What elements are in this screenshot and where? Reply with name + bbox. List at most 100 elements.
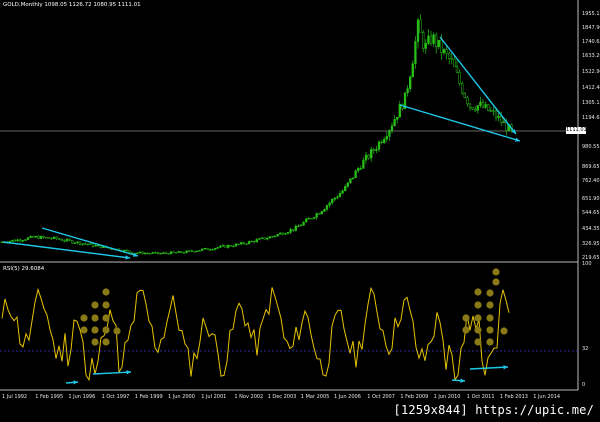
candle-body [258, 238, 261, 240]
candle-body [411, 63, 414, 78]
candle-body [68, 238, 71, 241]
candle-body [315, 213, 318, 218]
chart-title: GOLD,Monthly 1098.05 1126.72 1080.95 111… [3, 2, 141, 8]
candle-body [45, 237, 48, 239]
candle-body [362, 159, 365, 169]
divergence-dot [91, 338, 99, 346]
candle-body [125, 249, 128, 252]
time-tick-label: 1 Nov 2002 [234, 394, 264, 400]
candle-body [143, 252, 147, 255]
candle-body [468, 103, 472, 108]
candle-body [91, 243, 95, 247]
candle-body [47, 237, 50, 239]
candle-body [185, 250, 188, 254]
rsi-panel [1, 286, 510, 382]
candle-body [29, 236, 32, 238]
candle-body [455, 66, 459, 73]
arrow-rsi-low-1-head [73, 380, 78, 385]
candle-body [245, 243, 248, 245]
candle-body [484, 104, 487, 108]
candle-body [453, 58, 456, 67]
time-tick-label: 1 Mar 2005 [300, 394, 330, 400]
divergence-dot [486, 314, 494, 322]
candle-body [448, 53, 451, 59]
candle-body [65, 238, 69, 242]
candle-body [19, 239, 22, 242]
candle-body [78, 241, 82, 245]
candle-body [37, 236, 40, 239]
time-tick-label: 1 Oct 2007 [367, 394, 395, 400]
arrow-lower-2010s [399, 104, 521, 142]
price-tick-label: 544.65 [582, 210, 600, 216]
candle-body [13, 239, 17, 242]
candle-body [424, 43, 427, 49]
divergence-dot [462, 314, 470, 322]
candle-body [182, 252, 186, 254]
time-tick-label: 1 Feb 2013 [500, 394, 528, 400]
candle-body [266, 237, 269, 240]
divergence-dot [80, 326, 88, 334]
candle-body [346, 182, 349, 187]
candle-body [221, 245, 225, 247]
candle-body [279, 232, 282, 235]
candle-body [479, 101, 482, 106]
candle-body [445, 49, 448, 54]
rsi-line [1, 286, 510, 382]
candle-body [268, 236, 271, 239]
candle-body [357, 168, 360, 171]
divergence-dot [113, 327, 121, 335]
candle-body [164, 252, 167, 254]
divergence-dot [102, 288, 110, 296]
time-tick-label: 1 Feb 1999 [134, 394, 163, 400]
candle-body [190, 250, 193, 252]
candle-body [481, 101, 485, 108]
divergence-dot [500, 327, 508, 335]
candle-body [427, 35, 430, 44]
time-tick-label: 1 Jul 2001 [201, 394, 227, 400]
candle-body [247, 241, 251, 245]
price-tick-label: 980.55 [582, 144, 600, 150]
candle-body [377, 141, 381, 150]
chart-canvas [0, 0, 579, 391]
candle-body [76, 241, 79, 244]
divergence-dot [91, 301, 99, 309]
candle-body [193, 251, 196, 253]
divergence-dot [474, 326, 482, 334]
candle-body [372, 149, 375, 151]
candle-body [435, 34, 438, 48]
divergence-dot [474, 301, 482, 309]
candle-body [305, 218, 308, 223]
price-tick-label: 1522.90 [582, 69, 600, 75]
candle-body [476, 105, 479, 111]
candle-body [461, 83, 464, 94]
candle-body [94, 245, 97, 247]
candle-body [146, 252, 149, 255]
candle-body [149, 253, 152, 255]
candle-body [198, 250, 201, 252]
arrow-rsi-low-2-head [126, 370, 131, 375]
candle-body [419, 19, 422, 33]
candle-body [471, 107, 474, 110]
price-tick-label: 1740.65 [582, 39, 600, 45]
candle-body [432, 34, 435, 44]
candle-body [21, 240, 24, 242]
candle-body [463, 92, 466, 98]
indicator-title: RSI(5) 29.6084 [3, 266, 45, 272]
candle-body [167, 253, 170, 255]
candle-body [50, 237, 53, 240]
divergence-dot [80, 314, 88, 322]
candle-body [328, 202, 331, 206]
candle-body [84, 243, 87, 245]
candle-body [253, 240, 256, 243]
candle-body [390, 125, 394, 131]
candle-body [383, 138, 386, 144]
divergence-dot [474, 288, 482, 296]
candle-body [86, 243, 89, 246]
rsi-tick-label: 32 [582, 346, 589, 352]
divergence-dot [462, 326, 470, 334]
candle-body [55, 236, 58, 240]
candle-body [385, 136, 388, 140]
price-tick-label: 1633.20 [582, 53, 600, 59]
price-tick-label: 1847.90 [582, 25, 600, 31]
candle-body [175, 252, 178, 254]
